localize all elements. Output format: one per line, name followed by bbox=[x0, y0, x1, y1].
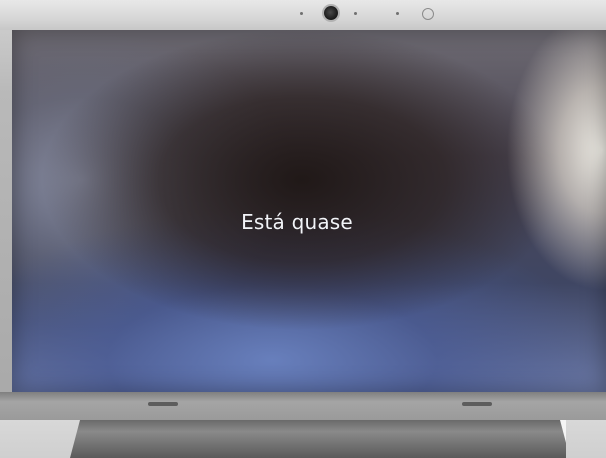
sensor-dot bbox=[396, 12, 399, 15]
laptop-hinge bbox=[70, 420, 570, 458]
sensor-dot bbox=[354, 12, 357, 15]
desk-surface bbox=[566, 420, 606, 458]
webcam-icon bbox=[324, 6, 338, 20]
light-sensor-icon bbox=[422, 8, 434, 20]
laptop-scene: Está quase bbox=[0, 0, 606, 458]
setup-status-text: Está quase bbox=[241, 210, 353, 234]
desk-surface bbox=[0, 420, 80, 458]
bezel-top bbox=[0, 0, 606, 30]
sensor-dot bbox=[300, 12, 303, 15]
bezel-slot bbox=[148, 402, 178, 406]
bezel-chin bbox=[0, 392, 606, 420]
bezel-slot bbox=[462, 402, 492, 406]
setup-screen: Está quase bbox=[12, 30, 606, 392]
